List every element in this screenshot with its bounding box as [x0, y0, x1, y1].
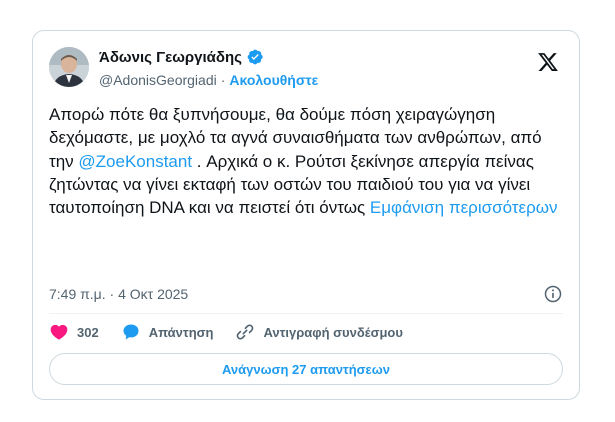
copy-link-label: Αντιγραφή συνδέσμου — [263, 324, 403, 340]
read-replies-button[interactable]: Ανάγνωση 27 απαντήσεων — [49, 353, 563, 385]
handle-row: @AdonisGeorgiadi · Ακολουθήστε — [99, 70, 318, 90]
tweet-card: Άδωνις Γεωργιάδης @AdonisGeorgiadi · Ακο… — [32, 30, 580, 400]
divider — [49, 313, 563, 314]
info-icon[interactable] — [543, 284, 563, 304]
tweet-meta: 7:49 π.μ. · 4 Οκτ 2025 — [49, 283, 563, 305]
author-info: Άδωνις Γεωργιάδης @AdonisGeorgiadi · Ακο… — [99, 47, 318, 90]
author-handle[interactable]: @AdonisGeorgiadi — [99, 72, 217, 88]
tweet-actions: 302 Απάντηση Αντιγραφή συνδέσμου — [49, 319, 563, 345]
reply-button[interactable]: Απάντηση — [121, 322, 214, 342]
x-logo-icon[interactable] — [537, 51, 559, 73]
follow-button[interactable]: Ακολουθήστε — [229, 72, 318, 88]
tweet-header: Άδωνις Γεωργιάδης @AdonisGeorgiadi · Ακο… — [49, 43, 563, 93]
name-row: Άδωνις Γεωργιάδης — [99, 47, 318, 67]
avatar-photo — [49, 47, 89, 87]
reply-bubble-icon — [123, 324, 139, 340]
link-icon — [237, 324, 254, 340]
like-button[interactable]: 302 — [49, 322, 99, 342]
separator-dot: · — [220, 72, 226, 88]
tweet-timestamp[interactable]: 7:49 π.μ. · 4 Οκτ 2025 — [49, 286, 188, 302]
heart-icon — [50, 324, 68, 340]
copy-link-button[interactable]: Αντιγραφή συνδέσμου — [235, 322, 403, 342]
reply-label: Απάντηση — [148, 324, 214, 340]
mention-link[interactable]: @ZoeKonstant — [78, 152, 192, 171]
like-count: 302 — [77, 324, 99, 340]
tweet-text: Απορώ πότε θα ξυπνήσουμε, θα δούμε πόση … — [49, 103, 567, 219]
avatar[interactable] — [49, 47, 89, 87]
show-more-link[interactable]: Εμφάνιση περισσότερων — [370, 198, 558, 217]
author-display-name[interactable]: Άδωνις Γεωργιάδης — [99, 49, 242, 66]
verified-badge-icon — [247, 49, 263, 65]
